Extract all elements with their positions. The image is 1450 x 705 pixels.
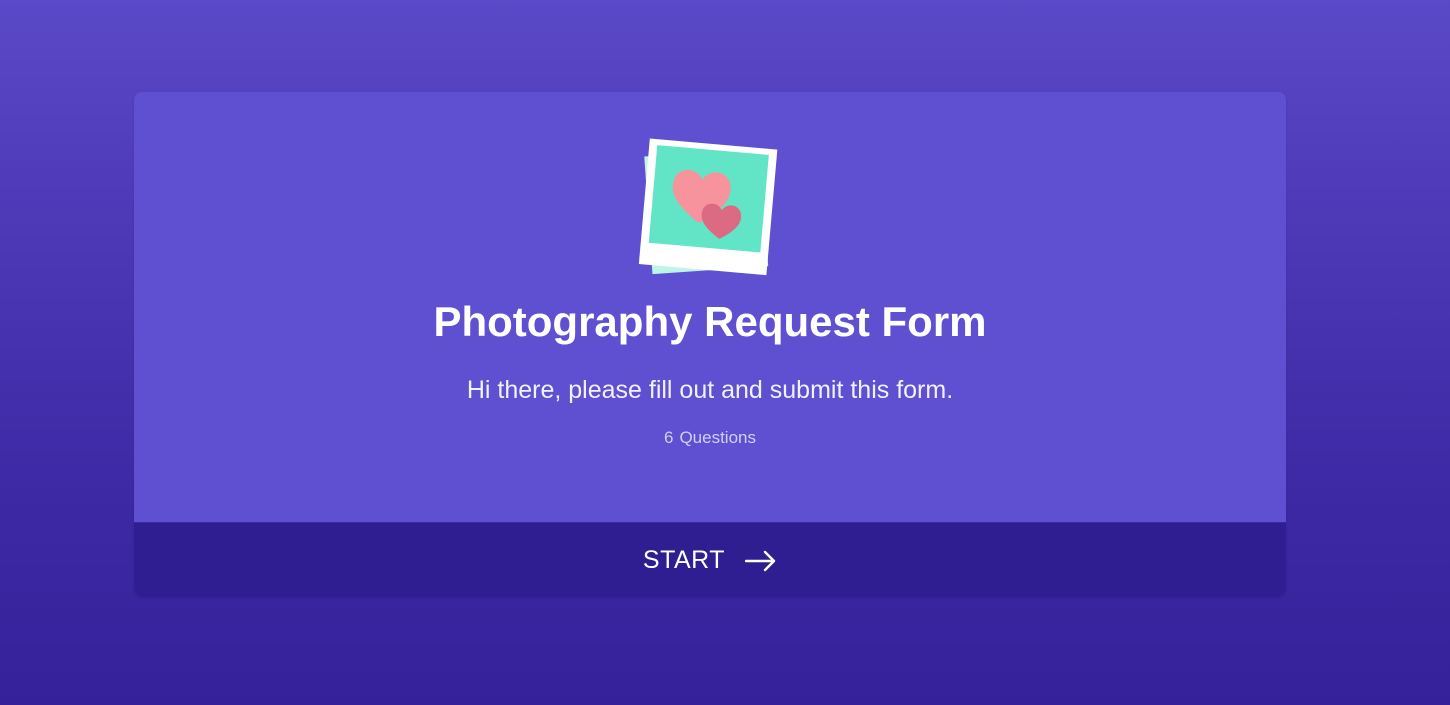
form-description: Hi there, please fill out and submit thi… [466,376,954,404]
polaroid-hearts-icon [638,138,782,278]
start-bar[interactable]: START [134,522,1286,597]
start-button[interactable]: START [134,523,1286,597]
form-title: Photography Request Form [433,298,987,345]
question-count-number: 6 [663,428,674,447]
question-count: 6 Questions [134,426,1286,450]
start-button-label: START [642,546,726,574]
card-body: Photography Request Form Hi there, pleas… [134,92,1286,522]
question-count-label: Questions [679,428,756,447]
arrow-right-icon [745,550,777,572]
welcome-card: Photography Request Form Hi there, pleas… [134,92,1286,597]
